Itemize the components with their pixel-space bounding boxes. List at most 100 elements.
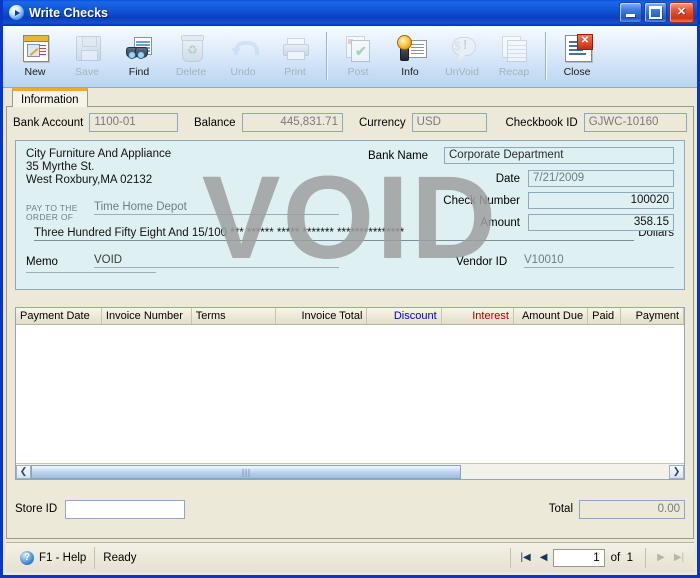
minimize-icon bbox=[626, 14, 635, 17]
toolbar-label-undo: Undo bbox=[230, 66, 256, 78]
maximize-button[interactable] bbox=[644, 2, 667, 23]
grid-column-header[interactable]: Payment bbox=[621, 308, 685, 324]
memo-field[interactable]: VOID bbox=[94, 254, 339, 268]
toolbar-label-recap: Recap bbox=[498, 66, 530, 78]
scroll-right-button[interactable]: ❯ bbox=[669, 464, 684, 479]
grid-column-header[interactable]: Invoice Number bbox=[102, 308, 192, 324]
toolbar-button-info[interactable]: Info bbox=[384, 30, 436, 84]
bank-name-label: Bank Name bbox=[368, 150, 429, 162]
scroll-left-button[interactable]: ❮ bbox=[16, 464, 31, 479]
information-panel: Bank Account 1100-01 Balance 445,831.71 … bbox=[6, 107, 694, 539]
toolbar-button-delete[interactable]: ♻ Delete bbox=[165, 30, 217, 84]
toolbar-label-find: Find bbox=[128, 66, 150, 78]
post-check-icon: ✔ bbox=[343, 33, 373, 63]
grid-column-header[interactable]: Payment Date bbox=[16, 308, 102, 324]
toolbar-separator-2 bbox=[545, 32, 546, 80]
checkbook-id-label: Checkbook ID bbox=[505, 116, 578, 129]
vendor-id-field[interactable]: V10010 bbox=[524, 254, 674, 268]
help-section[interactable]: ? F1 - Help bbox=[12, 546, 96, 569]
window-controls: ✕ bbox=[619, 2, 694, 23]
currency-label: Currency bbox=[358, 116, 406, 129]
recycle-bin-icon: ♻ bbox=[176, 33, 206, 63]
toolbar-label-unvoid: UnVoid bbox=[445, 66, 479, 78]
grid-body[interactable] bbox=[16, 325, 684, 464]
printer-icon bbox=[280, 33, 310, 63]
balance-field: 445,831.71 bbox=[241, 113, 343, 132]
check-number-label: Check Number bbox=[443, 195, 520, 207]
undo-arrow-icon bbox=[228, 33, 259, 63]
grid-column-header[interactable]: Invoice Total bbox=[276, 308, 368, 324]
toolbar-button-find[interactable]: Find bbox=[113, 30, 165, 84]
company-street: 35 Myrthe St. bbox=[26, 161, 95, 173]
company-name: City Furniture And Appliance bbox=[26, 148, 172, 160]
memo-label: Memo bbox=[26, 256, 58, 268]
grid-column-header[interactable]: Terms bbox=[192, 308, 276, 324]
nav-first-button[interactable]: |◀ bbox=[517, 548, 535, 568]
nav-separator-left bbox=[509, 547, 511, 568]
toolbar-button-close[interactable]: ✕ Close bbox=[551, 30, 603, 84]
grid-column-header[interactable]: Paid bbox=[588, 308, 622, 324]
toolbar-button-recap[interactable]: Recap bbox=[488, 30, 540, 84]
nav-last-button[interactable]: ▶| bbox=[670, 548, 688, 568]
pay-to-the-order-of-label: PAY TO THE ORDER OF bbox=[26, 203, 78, 222]
page-number-input[interactable]: 1 bbox=[552, 548, 605, 567]
toolbar-button-unvoid[interactable]: $! UnVoid bbox=[436, 30, 488, 84]
help-question-icon: ? bbox=[20, 550, 34, 565]
toolbar-button-new[interactable]: New bbox=[9, 30, 61, 84]
page-of-label: of 1 bbox=[610, 551, 633, 564]
vendor-id-label: Vendor ID bbox=[456, 256, 508, 268]
check-face: City Furniture And Appliance 35 Myrthe S… bbox=[15, 140, 685, 290]
toolbar-label-close: Close bbox=[563, 66, 591, 78]
payments-grid: Payment Date Invoice Number Terms Invoice T… bbox=[15, 307, 685, 480]
new-document-icon bbox=[20, 33, 50, 63]
store-id-field[interactable] bbox=[65, 499, 186, 519]
amount-label: Amount bbox=[480, 217, 520, 229]
amount-field[interactable]: 358.15 bbox=[528, 214, 674, 231]
write-checks-window: Write Checks ✕ New Save Find ♻ Delete Un… bbox=[0, 0, 700, 578]
toolbar-label-print: Print bbox=[284, 66, 306, 78]
client-area: Information Bank Account 1100-01 Balance… bbox=[6, 88, 694, 539]
grid-column-header[interactable]: Interest bbox=[442, 308, 514, 324]
nav-next-button[interactable]: ▶ bbox=[652, 548, 670, 568]
binoculars-icon bbox=[124, 33, 154, 63]
toolbar-button-save[interactable]: Save bbox=[61, 30, 113, 84]
balance-label: Balance bbox=[193, 116, 236, 129]
grid-column-header[interactable]: Amount Due bbox=[514, 308, 589, 324]
check-number-field[interactable]: 100020 bbox=[528, 192, 674, 209]
minimize-button[interactable] bbox=[619, 2, 642, 23]
bank-account-field[interactable]: 1100-01 bbox=[89, 113, 178, 132]
close-window-icon: ✕ bbox=[562, 33, 593, 63]
tab-strip: Information bbox=[6, 88, 694, 107]
scroll-track[interactable] bbox=[31, 464, 669, 479]
toolbar-label-delete: Delete bbox=[175, 66, 207, 78]
date-label: Date bbox=[495, 173, 520, 185]
toolbar-separator-1 bbox=[326, 32, 327, 80]
store-id-label: Store ID bbox=[15, 503, 58, 515]
total-label: Total bbox=[548, 503, 573, 515]
payee-field[interactable]: Time Home Depot bbox=[94, 201, 339, 215]
app-play-icon bbox=[9, 5, 24, 20]
bank-name-field[interactable]: Corporate Department bbox=[444, 147, 674, 164]
footer-row: Store ID Total 0.00 bbox=[15, 488, 685, 530]
unvoid-bubble-icon: $! bbox=[447, 33, 477, 63]
date-field[interactable]: 7/21/2009 bbox=[528, 170, 674, 187]
grid-header-row: Payment Date Invoice Number Terms Invoice T… bbox=[16, 308, 685, 325]
checkbook-id-field[interactable]: GJWC-10160 bbox=[583, 113, 687, 132]
help-label: F1 - Help bbox=[39, 551, 87, 564]
currency-field[interactable]: USD bbox=[411, 113, 488, 132]
close-button[interactable]: ✕ bbox=[669, 2, 694, 23]
scroll-thumb[interactable] bbox=[31, 464, 461, 479]
info-lamp-icon bbox=[395, 33, 427, 63]
toolbar-label-info: Info bbox=[401, 66, 419, 78]
nav-separator-right bbox=[645, 547, 646, 568]
toolbar-label-post: Post bbox=[347, 66, 369, 78]
grid-column-header[interactable]: Discount bbox=[367, 308, 442, 324]
tab-information[interactable]: Information bbox=[12, 88, 88, 107]
toolbar-label-new: New bbox=[24, 66, 46, 78]
toolbar-button-post[interactable]: ✔ Post bbox=[332, 30, 384, 84]
toolbar-button-print[interactable]: Print bbox=[269, 30, 321, 84]
grid-horizontal-scrollbar[interactable]: ❮ ❯ bbox=[16, 463, 684, 479]
signature-line bbox=[26, 271, 156, 273]
nav-prev-button[interactable]: ◀ bbox=[535, 548, 553, 568]
toolbar-button-undo[interactable]: Undo bbox=[217, 30, 269, 84]
